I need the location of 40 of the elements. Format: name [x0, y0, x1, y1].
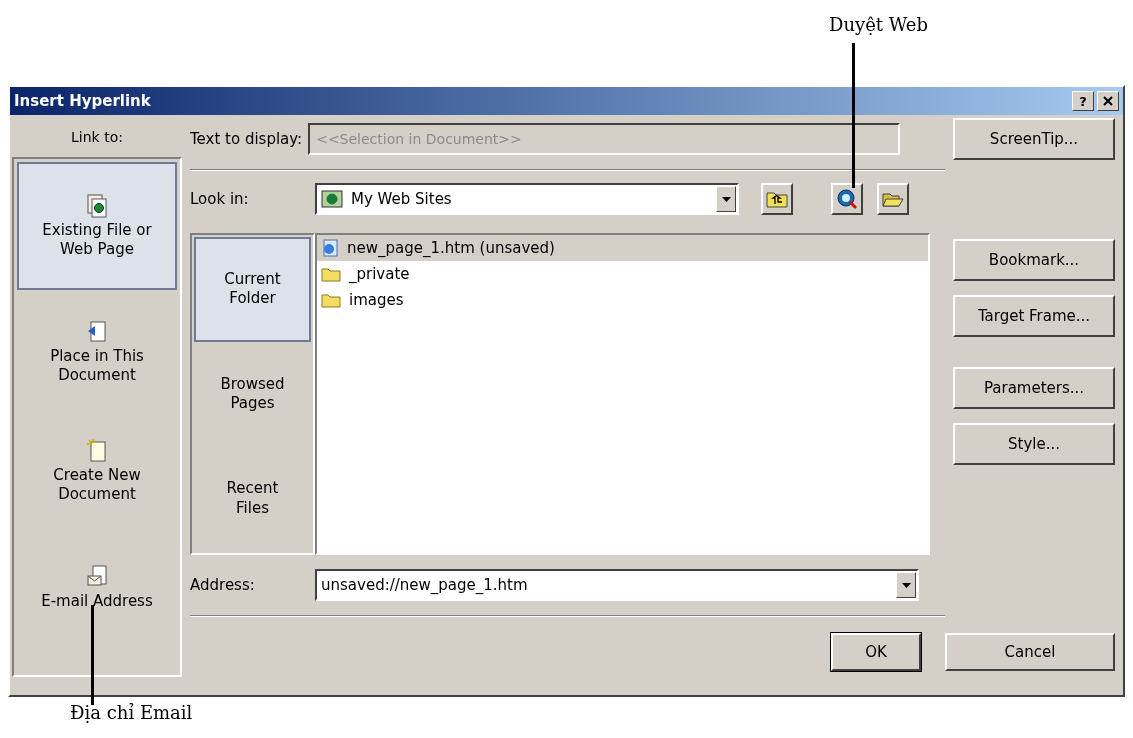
side-button[interactable]: Parameters...: [953, 367, 1115, 409]
web-page-icon: [321, 239, 339, 257]
screentip-button[interactable]: ScreenTip...: [953, 118, 1115, 160]
places-item[interactable]: Recent Files: [194, 446, 311, 551]
side-button[interactable]: Bookmark...: [953, 239, 1115, 281]
link-type-item[interactable]: Create New Document: [17, 414, 177, 528]
document-globe-icon: [85, 193, 109, 220]
field-label: Text to display:: [190, 130, 303, 148]
side-button[interactable]: Style...: [953, 423, 1115, 465]
places-item[interactable]: Current Folder: [194, 237, 311, 342]
address-field[interactable]: unsaved://new_page_1.htm: [315, 569, 919, 601]
help-button[interactable]: ?: [1072, 91, 1094, 111]
annotation-label: Địa chỉ Email: [70, 702, 193, 723]
window-title: Insert Hyperlink: [14, 92, 151, 110]
ok-button[interactable]: OK: [831, 633, 921, 671]
close-button[interactable]: [1097, 91, 1119, 111]
cancel-button[interactable]: Cancel: [945, 633, 1115, 671]
browse-web-button[interactable]: [831, 183, 863, 215]
link-type-item[interactable]: Place in This Document: [17, 302, 177, 402]
file-list-item[interactable]: new_page_1.htm (unsaved): [317, 235, 928, 261]
file-list-item[interactable]: images: [317, 287, 928, 313]
annotation-label: Duyệt Web: [829, 14, 928, 37]
file-list-item[interactable]: _private: [317, 261, 928, 287]
side-button[interactable]: Target Frame...: [953, 295, 1115, 337]
close-icon: [1102, 95, 1114, 107]
link-type-item[interactable]: E-mail Address: [17, 540, 177, 634]
open-folder-button[interactable]: [877, 183, 909, 215]
folder-icon: [321, 292, 341, 308]
up-folder-button[interactable]: [761, 183, 793, 215]
globe-magnifier-icon: [836, 188, 858, 210]
link-type-item[interactable]: Existing File or Web Page: [17, 162, 177, 290]
field-label: Address:: [190, 576, 256, 594]
web-folder-icon: [321, 189, 343, 209]
look-in-dropdown[interactable]: My Web Sites: [315, 183, 739, 215]
field-label: Look in:: [190, 190, 250, 208]
places-item[interactable]: Browsed Pages: [194, 341, 311, 447]
folder-up-icon: [766, 189, 788, 209]
folder-icon: [321, 266, 341, 282]
new-document-icon: [85, 438, 109, 465]
link-to-label: Link to:: [70, 128, 124, 147]
